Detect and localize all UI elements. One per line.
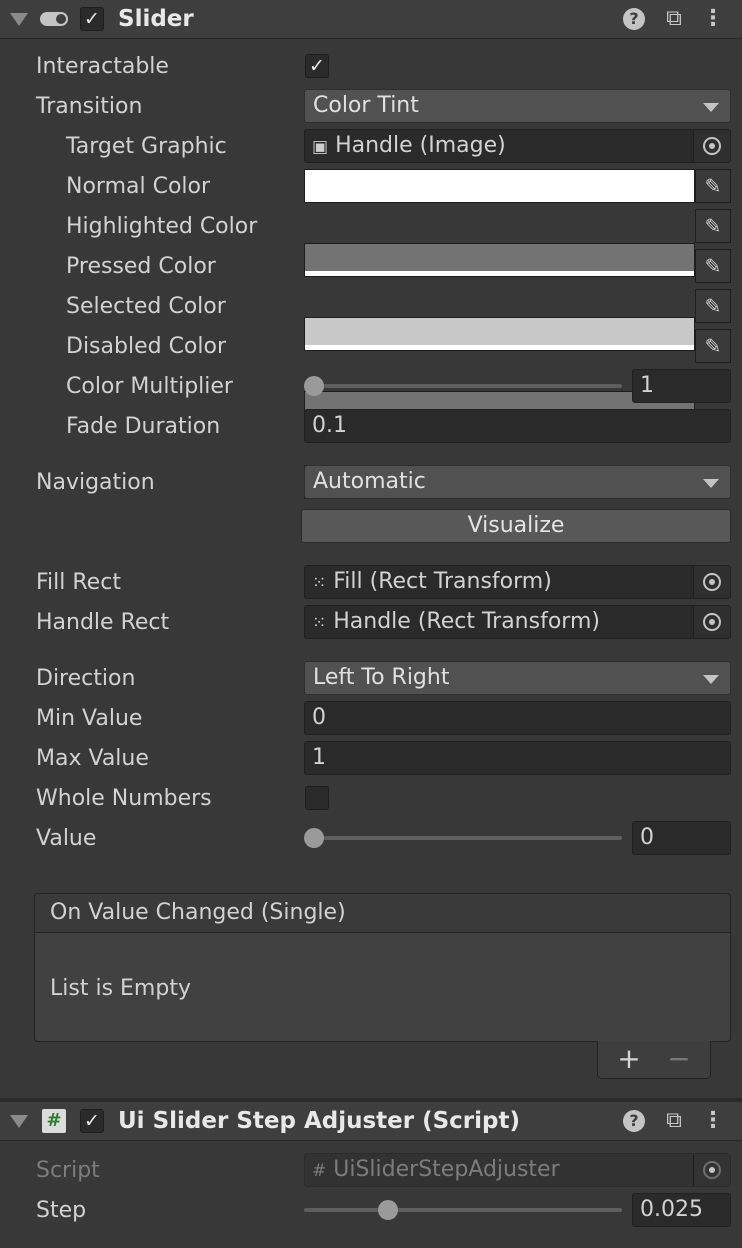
fill-rect-field[interactable]: ⁙ Fill (Rect Transform): [304, 565, 731, 599]
pressed-color-label: Pressed Color: [66, 254, 216, 279]
check-icon: ✓: [84, 1110, 100, 1132]
visualize-button[interactable]: Visualize: [301, 509, 731, 543]
target-graphic-field[interactable]: ▣ Handle (Image): [304, 129, 731, 163]
presets-icon[interactable]: ⧉: [661, 0, 687, 38]
max-value-label: Max Value: [36, 746, 149, 771]
step-label: Step: [36, 1198, 87, 1223]
max-value-input[interactable]: 1: [304, 741, 731, 775]
fill-rect-value: Fill (Rect Transform): [333, 569, 552, 594]
normal-color-swatch[interactable]: [304, 169, 695, 203]
component-menu-icon[interactable]: ⋮: [700, 0, 726, 38]
color-multiplier-handle[interactable]: [304, 376, 324, 396]
step-input[interactable]: 0.025: [632, 1193, 731, 1227]
chevron-down-icon: [703, 479, 719, 488]
min-value-label: Min Value: [36, 706, 143, 731]
navigation-label: Navigation: [36, 470, 155, 495]
eyedropper-icon[interactable]: ✎: [695, 249, 731, 283]
script-label: Script: [36, 1158, 100, 1183]
add-listener-button[interactable]: +: [614, 1041, 644, 1077]
list-empty-text: List is Empty: [50, 976, 191, 1001]
chevron-down-icon: [703, 103, 719, 112]
selected-color-label: Selected Color: [66, 294, 226, 319]
script-icon: #: [42, 1109, 66, 1133]
help-icon[interactable]: ?: [623, 8, 645, 30]
direction-label: Direction: [36, 666, 136, 691]
target-icon: [703, 1161, 721, 1179]
value-slider-handle[interactable]: [304, 828, 324, 848]
navigation-dropdown[interactable]: Automatic: [304, 465, 731, 499]
interactable-checkbox[interactable]: ✓: [305, 54, 329, 78]
interactable-label: Interactable: [36, 54, 169, 79]
handle-rect-label: Handle Rect: [36, 610, 170, 635]
transition-label: Transition: [36, 94, 143, 119]
eyedropper-icon[interactable]: ✎: [695, 329, 731, 363]
eyedropper-icon[interactable]: ✎: [695, 169, 731, 203]
slider-component-icon: [40, 12, 68, 26]
chevron-down-icon: [703, 675, 719, 684]
script-file-icon: #: [312, 1161, 327, 1181]
transition-dropdown[interactable]: Color Tint: [304, 89, 731, 123]
object-picker-button[interactable]: [693, 130, 730, 162]
component-title: Ui Slider Step Adjuster (Script): [118, 1108, 521, 1134]
check-icon: ✓: [84, 8, 100, 30]
handle-rect-value: Handle (Rect Transform): [333, 609, 600, 634]
script-value: UiSliderStepAdjuster: [333, 1157, 560, 1182]
component-enabled-checkbox[interactable]: ✓: [80, 7, 104, 31]
navigation-value: Automatic: [313, 469, 426, 494]
event-add-remove: + −: [597, 1041, 711, 1079]
color-multiplier-track[interactable]: [314, 384, 622, 388]
direction-value: Left To Right: [313, 665, 450, 690]
transition-value: Color Tint: [313, 93, 419, 118]
step-slider-handle[interactable]: [378, 1200, 398, 1220]
eyedropper-icon[interactable]: ✎: [695, 209, 731, 243]
check-icon: ✓: [309, 55, 325, 77]
target-icon: [703, 573, 721, 591]
min-value-input[interactable]: 0: [304, 701, 731, 735]
on-value-changed-event: On Value Changed (Single) List is Empty: [34, 893, 731, 1042]
whole-numbers-label: Whole Numbers: [36, 786, 212, 811]
rect-transform-icon: ⁙: [312, 613, 327, 633]
step-slider-track[interactable]: [304, 1208, 622, 1212]
foldout-arrow-icon[interactable]: [10, 13, 28, 26]
highlighted-color-swatch[interactable]: [304, 243, 695, 277]
target-icon: [703, 613, 721, 631]
pressed-color-swatch[interactable]: [304, 317, 695, 351]
value-input[interactable]: 0: [632, 821, 731, 855]
value-slider-track[interactable]: [314, 836, 622, 840]
whole-numbers-checkbox[interactable]: [305, 786, 329, 810]
rect-transform-icon: ⁙: [312, 573, 327, 593]
disabled-color-label: Disabled Color: [66, 334, 227, 359]
fade-duration-label: Fade Duration: [66, 414, 221, 439]
fill-rect-label: Fill Rect: [36, 570, 121, 595]
target-graphic-value: Handle (Image): [335, 133, 506, 158]
object-picker-button[interactable]: [693, 606, 730, 638]
color-multiplier-input[interactable]: 1: [632, 369, 731, 403]
object-picker-button[interactable]: [693, 566, 730, 598]
component-title: Slider: [118, 6, 194, 32]
step-adjuster-header[interactable]: # ✓ Ui Slider Step Adjuster (Script) ? ⧉…: [0, 1102, 742, 1141]
script-field: # UiSliderStepAdjuster: [304, 1153, 731, 1187]
fade-duration-input[interactable]: 0.1: [304, 409, 731, 443]
presets-icon[interactable]: ⧉: [661, 1102, 687, 1140]
component-enabled-checkbox[interactable]: ✓: [80, 1109, 104, 1133]
target-graphic-label: Target Graphic: [66, 134, 227, 159]
slider-component-header[interactable]: ✓ Slider ? ⧉ ⋮: [0, 0, 742, 39]
target-icon: [703, 137, 721, 155]
eyedropper-icon[interactable]: ✎: [695, 289, 731, 323]
help-icon[interactable]: ?: [623, 1110, 645, 1132]
remove-listener-button[interactable]: −: [664, 1041, 694, 1077]
highlighted-color-label: Highlighted Color: [66, 214, 258, 239]
object-picker-button: [693, 1154, 730, 1186]
image-icon: ▣: [312, 137, 329, 157]
handle-rect-field[interactable]: ⁙ Handle (Rect Transform): [304, 605, 731, 639]
component-menu-icon[interactable]: ⋮: [700, 1102, 726, 1140]
direction-dropdown[interactable]: Left To Right: [304, 661, 731, 695]
color-multiplier-label: Color Multiplier: [66, 374, 233, 399]
normal-color-label: Normal Color: [66, 174, 211, 199]
event-header: On Value Changed (Single): [35, 894, 730, 933]
foldout-arrow-icon[interactable]: [10, 1115, 28, 1128]
value-label: Value: [36, 826, 97, 851]
